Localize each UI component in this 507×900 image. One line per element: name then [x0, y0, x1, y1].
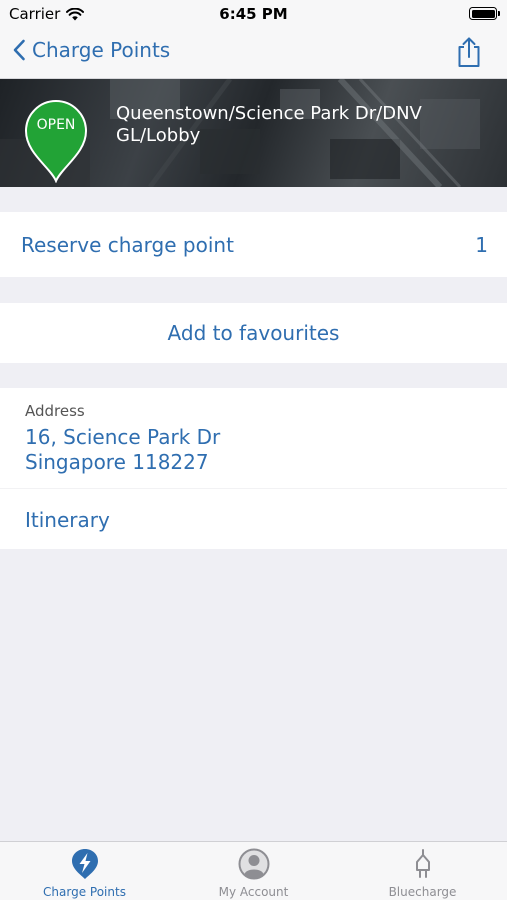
- divider: [0, 488, 507, 489]
- address-line-2[interactable]: Singapore 118227: [25, 450, 209, 474]
- share-icon[interactable]: [455, 36, 483, 68]
- plug-icon: [416, 849, 430, 878]
- tab-label: My Account: [218, 885, 289, 899]
- chevron-left-icon: [13, 39, 25, 61]
- charge-point-detail-screen: Carrier 6:45 PM Charge Points OPEN Queen…: [0, 0, 507, 900]
- tab-my-account[interactable]: My Account: [169, 842, 338, 900]
- clock: 6:45 PM: [219, 5, 288, 23]
- lightning-bolt-icon: [72, 849, 98, 879]
- tab-charge-points[interactable]: Charge Points: [0, 842, 169, 900]
- battery-icon: [469, 7, 500, 20]
- back-button[interactable]: Charge Points: [12, 38, 170, 62]
- status-pin-icon: [24, 100, 88, 183]
- address-section: Address 16, Science Park Dr Singapore 11…: [0, 388, 507, 549]
- address-caption: Address: [25, 402, 85, 420]
- reserve-charge-point-row[interactable]: Reserve charge point 1: [0, 212, 507, 277]
- navigation-bar: Charge Points: [0, 28, 507, 79]
- charge-point-banner: OPEN Queenstown/Science Park Dr/DNV GL/L…: [0, 79, 507, 187]
- user-avatar-icon: [238, 848, 270, 880]
- favourites-label: Add to favourites: [167, 321, 340, 345]
- address-line-1[interactable]: 16, Science Park Dr: [25, 425, 220, 449]
- add-to-favourites-button[interactable]: Add to favourites: [0, 303, 507, 363]
- reserve-label: Reserve charge point: [21, 233, 234, 257]
- status-badge: OPEN: [36, 117, 76, 133]
- back-button-label: Charge Points: [32, 38, 171, 62]
- tab-label: Bluecharge: [388, 885, 457, 899]
- status-bar: Carrier 6:45 PM: [0, 0, 507, 28]
- tab-bar: Charge Points My Account Bluecharge: [0, 841, 507, 900]
- charge-point-name: Queenstown/Science Park Dr/DNV GL/Lobby: [116, 103, 422, 146]
- reserve-count: 1: [475, 233, 488, 257]
- tab-bluecharge[interactable]: Bluecharge: [338, 842, 507, 900]
- itinerary-button[interactable]: Itinerary: [25, 508, 110, 532]
- tab-label: Charge Points: [43, 885, 126, 899]
